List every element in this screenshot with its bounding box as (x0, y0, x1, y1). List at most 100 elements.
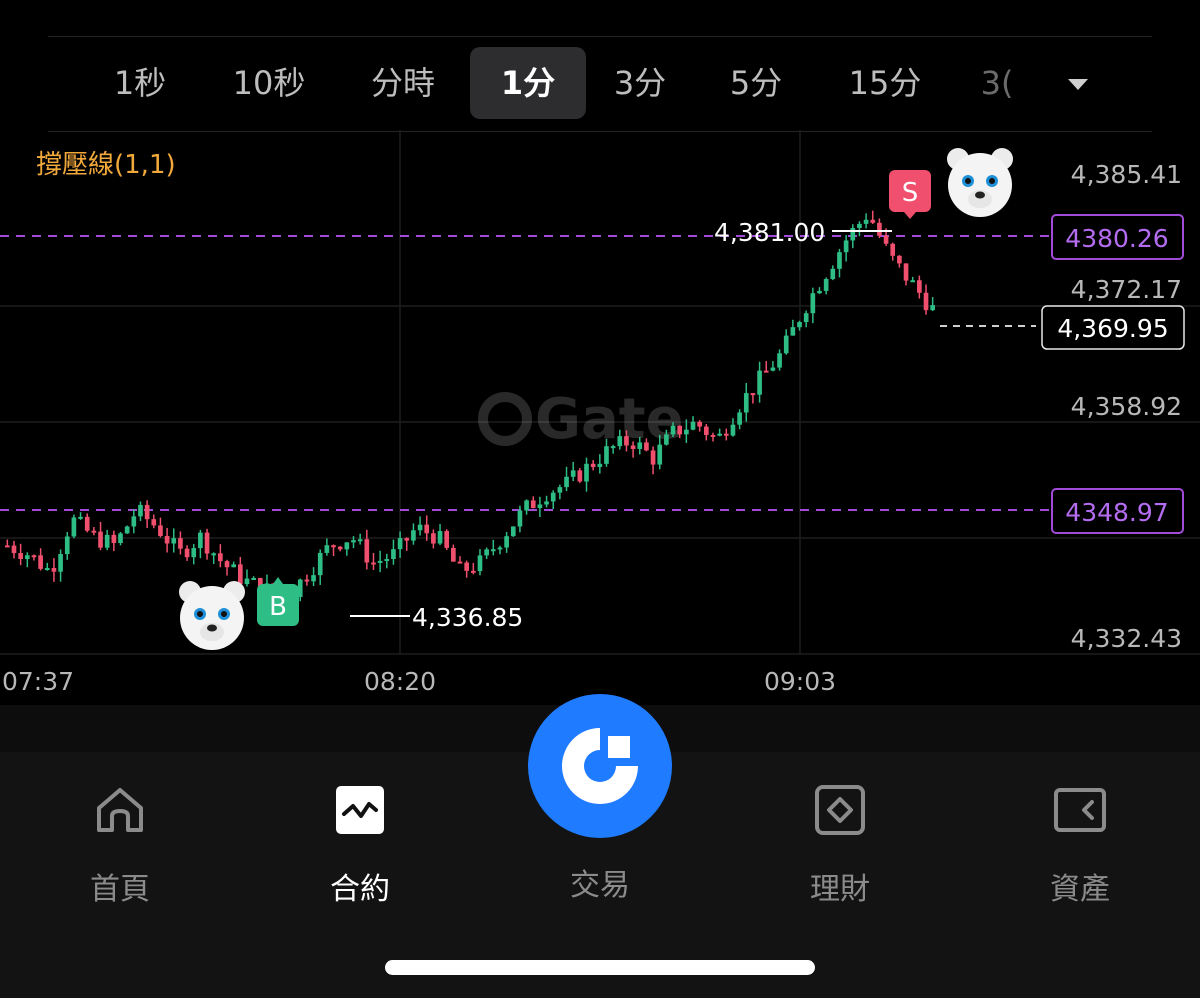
candle-body (58, 554, 63, 572)
tab-5m[interactable]: 5分 (716, 47, 796, 119)
time-tick: 09:03 (764, 667, 836, 696)
sell-marker[interactable]: S (889, 170, 931, 219)
tab-1s[interactable]: 1秒 (100, 47, 180, 119)
candle-body (444, 530, 450, 548)
candle-body (404, 538, 410, 541)
candle-body (630, 445, 636, 449)
support-label: 4348.97 (1065, 498, 1168, 527)
buy-marker[interactable]: B (257, 577, 299, 626)
candle-body (843, 240, 849, 253)
candle-body (251, 577, 256, 580)
candle-body (71, 517, 77, 537)
candle-body (870, 219, 876, 223)
tab-1m[interactable]: 1分 (470, 47, 586, 119)
candle-body (191, 548, 197, 558)
candle-body (4, 545, 10, 548)
tab-10s[interactable]: 10秒 (224, 47, 314, 119)
tab-timeline[interactable]: 分時 (358, 47, 448, 119)
candle-body (178, 538, 183, 549)
candle-body (923, 292, 929, 311)
candle-body (797, 322, 802, 328)
candle-body (457, 561, 463, 564)
candle-body (730, 424, 736, 436)
tab-contract[interactable]: 合約 (280, 782, 440, 908)
candle-body (610, 446, 616, 449)
trade-button[interactable] (528, 694, 672, 838)
candle-body (650, 450, 656, 465)
candle-body (644, 442, 649, 451)
tab-trade-label[interactable]: 交易 (520, 860, 680, 904)
candle-body (510, 526, 516, 537)
candle-body (930, 305, 936, 311)
timeframe-bar: 1秒 10秒 分時 1分 3分 5分 15分 3( (48, 36, 1152, 132)
indicator-label[interactable]: 撐壓線(1,1) (36, 144, 176, 181)
price-tick: 4,385.41 (1071, 160, 1182, 189)
candle-body (817, 290, 822, 294)
candle-body (597, 463, 603, 468)
contract-chart-icon (336, 786, 384, 834)
kline-chart[interactable]: Gate 4,381.00 4,336.85 4,385.41 4,372.17… (0, 130, 1200, 705)
candle-body (917, 280, 922, 293)
candle-body (783, 335, 789, 354)
candle-body (484, 549, 489, 556)
candle-body (304, 579, 310, 582)
candle-body (850, 228, 856, 241)
tab-3m[interactable]: 3分 (600, 47, 680, 119)
candle-body (717, 433, 722, 436)
candle-body (590, 463, 596, 468)
tab-15m[interactable]: 15分 (840, 47, 930, 119)
tab-assets[interactable]: 資產 (1000, 782, 1160, 908)
chevron-down-icon[interactable] (1058, 67, 1098, 101)
candle-body (723, 433, 729, 436)
candle-body (743, 393, 749, 413)
candle-body (577, 470, 583, 482)
tab-home-label: 首頁 (90, 872, 150, 907)
candle-body (44, 568, 50, 571)
candle-body (810, 293, 816, 314)
candle-body (391, 549, 396, 560)
candle-body (737, 412, 742, 425)
candle-body (777, 353, 782, 368)
candle-body (331, 545, 336, 548)
candle-body (657, 444, 663, 465)
candle-body (344, 542, 350, 550)
sell-marker-label: S (902, 178, 919, 208)
candle-body (377, 560, 383, 563)
candle-body (424, 524, 430, 534)
candle-body (497, 547, 503, 550)
candle-body (171, 538, 177, 544)
buy-marker-label: B (269, 592, 287, 622)
candle-body (477, 555, 483, 572)
candle-body (490, 549, 496, 552)
candle-body (517, 510, 523, 527)
price-tick: 4,372.17 (1071, 275, 1182, 304)
candle-body (890, 243, 896, 256)
tab-finance[interactable]: 理財 (760, 782, 920, 908)
candle-body (337, 546, 343, 550)
candle-body (364, 539, 370, 563)
candles (4, 210, 936, 612)
candle-body (537, 504, 543, 509)
candle-body (91, 530, 97, 533)
candle-body (244, 578, 250, 585)
candle-body (617, 436, 623, 447)
gate-logo-icon (562, 728, 638, 804)
candle-body (18, 553, 23, 559)
candle-body (98, 531, 103, 548)
current-price-label: 4,369.95 (1057, 314, 1168, 343)
candle-body (624, 436, 629, 446)
candle-body (557, 487, 563, 493)
candle-body (384, 559, 390, 562)
candle-body (677, 425, 683, 435)
tab-30m-partial[interactable]: 3( (980, 47, 1014, 119)
time-tick: 08:20 (364, 667, 436, 696)
candle-body (437, 530, 443, 544)
candle-body (211, 553, 217, 556)
candle-body (544, 501, 549, 505)
candle-body (371, 562, 376, 565)
candle-body (111, 534, 117, 544)
candle-body (524, 500, 529, 511)
resistance-label: 4380.26 (1065, 224, 1168, 253)
home-indicator (385, 960, 815, 975)
tab-home[interactable]: 首頁 (40, 782, 200, 908)
